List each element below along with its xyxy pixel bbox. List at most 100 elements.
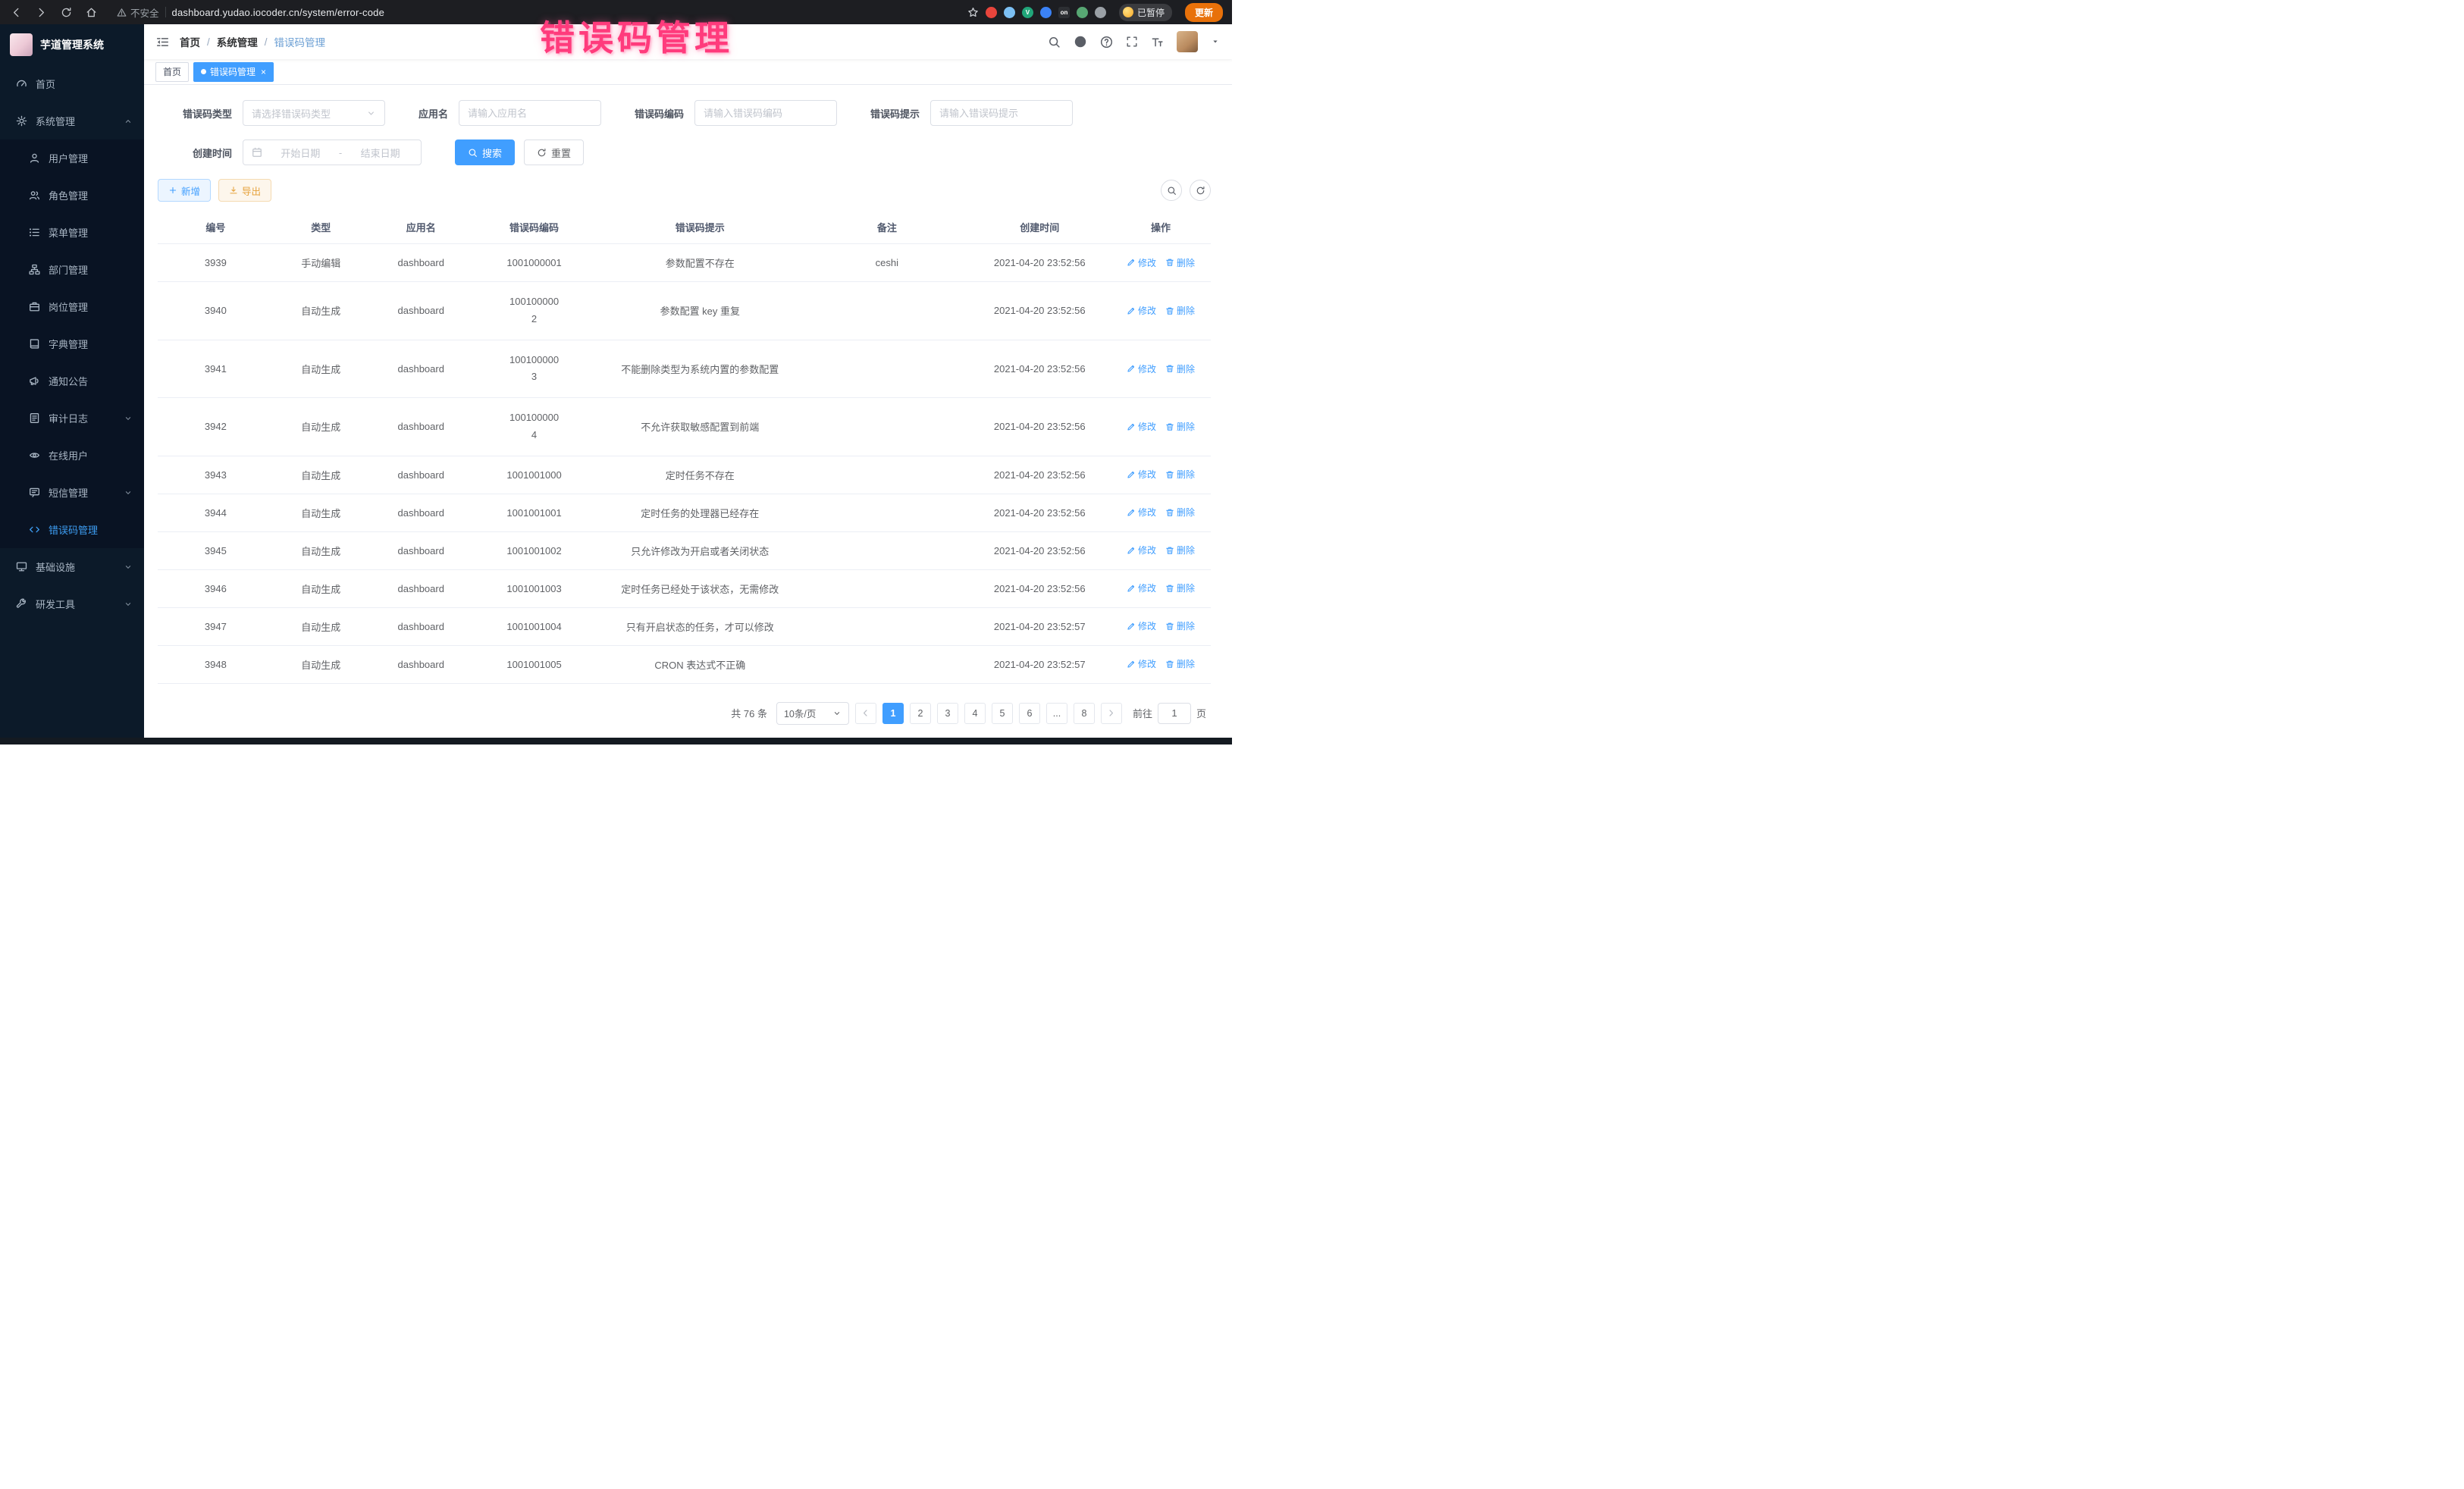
delete-button[interactable]: 删除 — [1165, 506, 1195, 519]
extension-blue-icon[interactable] — [1040, 7, 1052, 18]
tab-label: 首页 — [163, 65, 181, 78]
help-icon[interactable] — [1100, 36, 1113, 49]
url-text: dashboard.yudao.iocoder.cn/system/error-… — [172, 7, 385, 18]
extension-vue-icon[interactable]: V — [1022, 7, 1033, 18]
edit-button[interactable]: 修改 — [1127, 256, 1156, 269]
avatar-caret-icon[interactable] — [1211, 37, 1220, 46]
search-icon[interactable] — [1048, 36, 1061, 49]
font-size-icon[interactable] — [1151, 36, 1164, 49]
cell-time: 2021-04-20 23:52:57 — [968, 607, 1111, 645]
reload-button[interactable] — [59, 5, 73, 19]
page-button-5[interactable]: 5 — [992, 703, 1013, 724]
extension-red-icon[interactable] — [986, 7, 997, 18]
browser-home-button[interactable] — [84, 5, 98, 19]
error-code-input[interactable] — [694, 100, 837, 126]
avatar[interactable] — [1177, 31, 1198, 52]
sidebar-item-dept[interactable]: 部门管理 — [0, 251, 144, 288]
edit-button[interactable]: 修改 — [1127, 544, 1156, 556]
edit-button[interactable]: 修改 — [1127, 619, 1156, 632]
edit-button[interactable]: 修改 — [1127, 657, 1156, 670]
refresh-table-button[interactable] — [1190, 180, 1211, 201]
delete-button[interactable]: 删除 — [1165, 256, 1195, 269]
org-tree-icon — [29, 264, 40, 275]
error-type-select[interactable]: 请选择错误码类型 — [243, 100, 385, 126]
delete-button[interactable]: 删除 — [1165, 362, 1195, 375]
delete-button[interactable]: 删除 — [1165, 544, 1195, 556]
page-size-select[interactable]: 10条/页 — [776, 702, 849, 725]
create-time-range-picker[interactable]: 开始日期 - 结束日期 — [243, 139, 422, 165]
error-hint-input[interactable] — [930, 100, 1073, 126]
extension-lightblue-icon[interactable] — [1004, 7, 1015, 18]
sidebar-item-notice[interactable]: 通知公告 — [0, 362, 144, 400]
page-buttons: 123456... 8 — [882, 703, 1095, 724]
security-indicator: 不安全 — [117, 5, 159, 20]
forward-button[interactable] — [34, 5, 48, 19]
trash-icon — [1165, 584, 1174, 593]
search-button-label: 搜索 — [482, 146, 502, 160]
sidebar-item-dict[interactable]: 字典管理 — [0, 325, 144, 362]
delete-button[interactable]: 删除 — [1165, 581, 1195, 594]
update-button[interactable]: 更新 — [1185, 3, 1223, 22]
breadcrumb-item[interactable]: 系统管理 — [217, 34, 258, 49]
gear-icon — [16, 115, 27, 127]
breadcrumb-item[interactable]: 首页 — [180, 34, 200, 49]
reset-button[interactable]: 重置 — [524, 139, 584, 165]
edit-button[interactable]: 修改 — [1127, 581, 1156, 594]
next-page-button[interactable] — [1101, 703, 1122, 724]
cell-remark — [805, 531, 968, 569]
sidebar-item-online-user[interactable]: 在线用户 — [0, 437, 144, 474]
extension-gray-icon[interactable] — [1095, 7, 1106, 18]
paused-badge[interactable]: 已暂停 — [1119, 4, 1172, 21]
edit-button[interactable]: 修改 — [1127, 506, 1156, 519]
plus-icon — [168, 186, 177, 195]
app-name-input[interactable] — [459, 100, 601, 126]
edit-button[interactable]: 修改 — [1127, 304, 1156, 317]
close-icon[interactable]: × — [261, 67, 266, 77]
sidebar-item-infra[interactable]: 基础设施 — [0, 548, 144, 585]
more-pages-button[interactable]: ... — [1046, 703, 1067, 724]
sidebar-item-role[interactable]: 角色管理 — [0, 177, 144, 214]
delete-button[interactable]: 删除 — [1165, 657, 1195, 670]
sidebar-item-dev-tools[interactable]: 研发工具 — [0, 585, 144, 622]
sidebar-item-sms[interactable]: 短信管理 — [0, 474, 144, 511]
search-button[interactable]: 搜索 — [455, 139, 515, 165]
edit-button[interactable]: 修改 — [1127, 468, 1156, 481]
delete-button[interactable]: 删除 — [1165, 468, 1195, 481]
fullscreen-icon[interactable] — [1126, 36, 1138, 48]
sidebar-item-menu[interactable]: 菜单管理 — [0, 214, 144, 251]
extension-green-icon[interactable] — [1077, 7, 1088, 18]
page-button-6[interactable]: 6 — [1019, 703, 1040, 724]
page-button-1[interactable]: 1 — [882, 703, 904, 724]
bookmark-star-icon[interactable] — [967, 7, 979, 18]
sidebar-item-system[interactable]: 系统管理 — [0, 102, 144, 139]
tab-error-code[interactable]: 错误码管理× — [193, 62, 274, 82]
page-button-3[interactable]: 3 — [937, 703, 958, 724]
sidebar-item-error-code[interactable]: 错误码管理 — [0, 511, 144, 548]
github-icon[interactable] — [1074, 35, 1087, 49]
sidebar-item-audit-log[interactable]: 审计日志 — [0, 400, 144, 437]
sidebar-toggle-button[interactable] — [156, 36, 169, 49]
address-bar[interactable]: 不安全 dashboard.yudao.iocoder.cn/system/er… — [117, 5, 384, 20]
start-date-placeholder: 开始日期 — [268, 146, 333, 160]
sidebar-item-user[interactable]: 用户管理 — [0, 139, 144, 177]
toggle-search-button[interactable] — [1161, 180, 1182, 201]
sidebar-item-home[interactable]: 首页 — [0, 65, 144, 102]
sidebar-item-post[interactable]: 岗位管理 — [0, 288, 144, 325]
logo[interactable]: 芋道管理系统 — [0, 24, 144, 65]
export-button[interactable]: 导出 — [218, 179, 271, 202]
edit-button[interactable]: 修改 — [1127, 420, 1156, 433]
extension-switch-icon[interactable]: on — [1058, 7, 1070, 18]
add-button[interactable]: 新增 — [158, 179, 211, 202]
delete-button[interactable]: 删除 — [1165, 619, 1195, 632]
prev-page-button[interactable] — [855, 703, 876, 724]
page-button-4[interactable]: 4 — [964, 703, 986, 724]
edit-icon — [1127, 508, 1136, 517]
delete-button[interactable]: 删除 — [1165, 420, 1195, 433]
delete-button[interactable]: 删除 — [1165, 304, 1195, 317]
page-button-2[interactable]: 2 — [910, 703, 931, 724]
page-button-8[interactable]: 8 — [1074, 703, 1095, 724]
tab-home[interactable]: 首页 — [155, 62, 189, 82]
back-button[interactable] — [9, 5, 23, 19]
edit-button[interactable]: 修改 — [1127, 362, 1156, 375]
goto-page-input[interactable] — [1158, 703, 1191, 724]
